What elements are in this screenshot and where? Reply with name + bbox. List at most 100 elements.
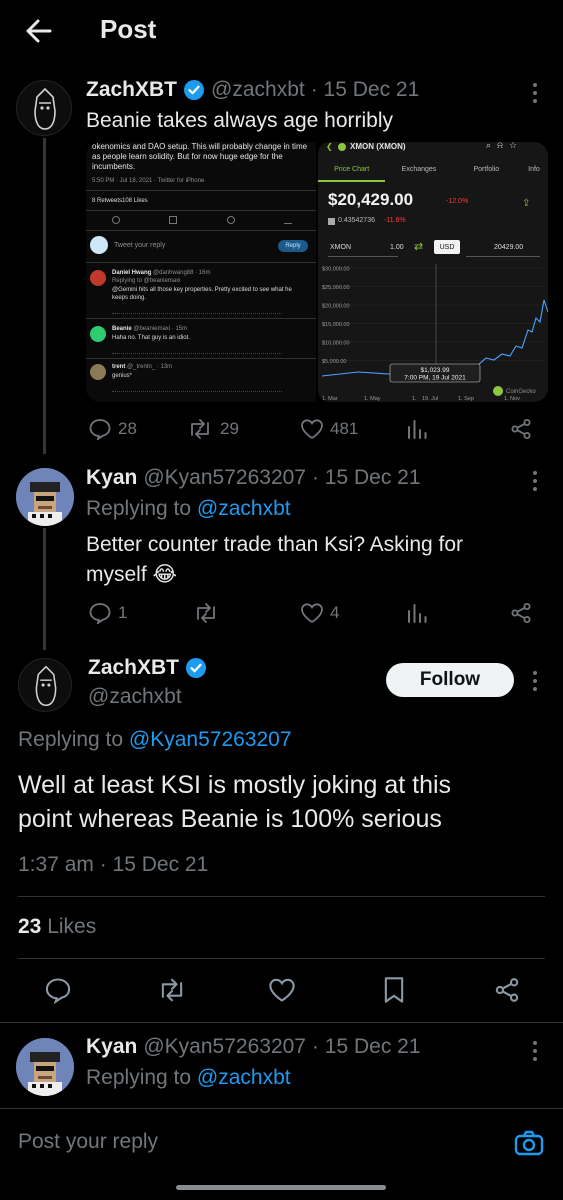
reply-icon [45, 978, 71, 1004]
reply-replying-to: Replying to @beaniemaxi [112, 278, 181, 284]
x-tick-label: 1. Mar [322, 396, 338, 402]
embedded-retweets: 8 Retweets [92, 198, 123, 204]
thread-line [43, 528, 46, 650]
more-options-icon[interactable] [532, 670, 538, 692]
x-tick-label: 1. [412, 396, 417, 402]
like-button[interactable]: 4 [300, 602, 339, 624]
embedded-reply: trent @_trentn_ · 13m [112, 364, 172, 370]
tweet-media[interactable]: okenomics and DAO setup. This will proba… [86, 142, 548, 402]
author-handle[interactable]: @zachxbt [211, 78, 305, 102]
top-bar: Post [0, 0, 563, 64]
divider [466, 256, 540, 257]
detective-logo-icon [34, 87, 56, 130]
coingecko-logo-icon [493, 386, 503, 396]
more-options-icon[interactable] [532, 82, 538, 104]
retweet-button[interactable] [156, 976, 188, 1004]
share-icon [511, 603, 531, 623]
share-button[interactable] [510, 418, 532, 440]
avatar[interactable] [16, 1038, 74, 1096]
more-options-icon[interactable] [532, 1040, 538, 1062]
replying-to-link[interactable]: @zachxbt [197, 1066, 291, 1089]
share-icon [283, 216, 292, 224]
replying-to-link[interactable]: @zachxbt [197, 497, 291, 520]
retweet-icon [197, 603, 215, 623]
retweet-button[interactable] [192, 602, 220, 624]
embedded-tweet-text: okenomics and DAO setup. This will proba… [92, 142, 308, 171]
follow-button[interactable]: Follow [386, 663, 514, 697]
analytics-button[interactable] [406, 418, 428, 440]
retweet-button[interactable]: 29 [186, 418, 239, 440]
divider [86, 262, 316, 263]
author-handle[interactable]: @Kyan57263207 [143, 466, 306, 490]
detective-logo-icon [35, 665, 57, 707]
avatar[interactable] [16, 80, 72, 136]
embedded-actions [112, 308, 282, 314]
price-chart: $30,000.00 $25,000.00 $20,000.00 $15,000.00… [321, 264, 548, 402]
divider [0, 1022, 563, 1023]
main-tweet-text: point whereas Beanie is 100% serious [18, 805, 442, 833]
reply-text: Haha no. That guy is an idiot. [112, 335, 190, 341]
tooltip-value: $1,023.99 [421, 367, 450, 374]
avatar [90, 270, 106, 286]
embedded-likes: 108 Likes [122, 198, 148, 204]
avatar[interactable] [16, 468, 74, 526]
reply-author: trent [112, 364, 126, 370]
bookmark-button[interactable] [382, 976, 406, 1004]
author-name[interactable]: Kyan [86, 466, 137, 490]
pixel-avatar-icon [16, 468, 74, 526]
pixel-avatar-icon [16, 1038, 74, 1096]
likes-label: Likes [47, 915, 97, 938]
like-button[interactable] [268, 976, 296, 1004]
tweet-date[interactable]: · 15 Dec 21 [312, 466, 421, 490]
y-tick-label: $5,000.00 [322, 359, 346, 365]
author-handle[interactable]: @Kyan57263207 [143, 1035, 306, 1059]
watermark: CoinGecko [506, 389, 536, 395]
thread-line [43, 138, 46, 454]
author-name[interactable]: ZachXBT [88, 656, 179, 680]
divider [18, 958, 545, 959]
camera-icon[interactable] [514, 1130, 544, 1156]
analytics-button[interactable] [406, 602, 428, 624]
reply-text: genius* [112, 373, 133, 379]
reply-button[interactable]: 1 [88, 602, 127, 624]
likes-summary[interactable]: 23 Likes [18, 915, 96, 939]
swap-icon: ⇄ [414, 241, 424, 253]
coin-icon [338, 143, 346, 151]
reply-handle: @danhwang88 · 16m [153, 270, 211, 276]
share-icon [495, 978, 519, 1002]
app-tabs: Price Chart Exchanges Portfolio Info [318, 160, 548, 182]
main-tweet-text: Well at least KSI is mostly joking at th… [18, 771, 452, 799]
reply-text: @Gemini hits all those key properties. P… [112, 287, 292, 301]
share-button[interactable] [510, 602, 532, 624]
btc-price: 0.43542736 [338, 217, 375, 224]
bookmark-icon [384, 977, 404, 1003]
author-name[interactable]: Kyan [86, 1035, 137, 1059]
author-name[interactable]: ZachXBT [86, 78, 177, 102]
avatar[interactable] [18, 658, 72, 712]
analytics-icon [408, 420, 427, 439]
heart-icon [269, 978, 295, 1002]
tweet-date[interactable]: · 15 Dec 21 [312, 1035, 421, 1059]
back-arrow-icon[interactable] [22, 14, 56, 48]
more-options-icon[interactable] [532, 470, 538, 492]
y-tick-label: $20,000.00 [322, 304, 350, 310]
btc-icon [328, 218, 335, 225]
reply-button[interactable]: 28 [88, 418, 137, 440]
replying-to-link[interactable]: @Kyan57263207 [129, 728, 292, 751]
reply-button[interactable] [44, 976, 72, 1004]
tab-price-chart: Price Chart [318, 160, 386, 182]
retweet-count: 29 [220, 419, 239, 438]
tweet-text: myself 😂 [86, 563, 178, 586]
tweet-date[interactable]: · 15 Dec 21 [311, 78, 420, 102]
tooltip-date: 7:00 PM, 19 Jul 2021 [404, 375, 466, 382]
share-button[interactable] [494, 976, 520, 1004]
replying-to: Replying to @Kyan57263207 [18, 728, 292, 752]
y-tick-label: $30,000.00 [322, 267, 350, 273]
reply-handle: @beaniemaxi · 15m [133, 326, 188, 332]
tweet-header: Kyan @Kyan57263207 · 15 Dec 21 [86, 466, 421, 490]
author-handle[interactable]: @zachxbt [88, 685, 182, 709]
reply-input[interactable]: Post your reply [18, 1130, 158, 1154]
x-tick-label: 1. Nov [504, 396, 520, 402]
like-button[interactable]: 481 [300, 418, 358, 440]
main-tweet-timestamp[interactable]: 1:37 am · 15 Dec 21 [18, 853, 208, 877]
